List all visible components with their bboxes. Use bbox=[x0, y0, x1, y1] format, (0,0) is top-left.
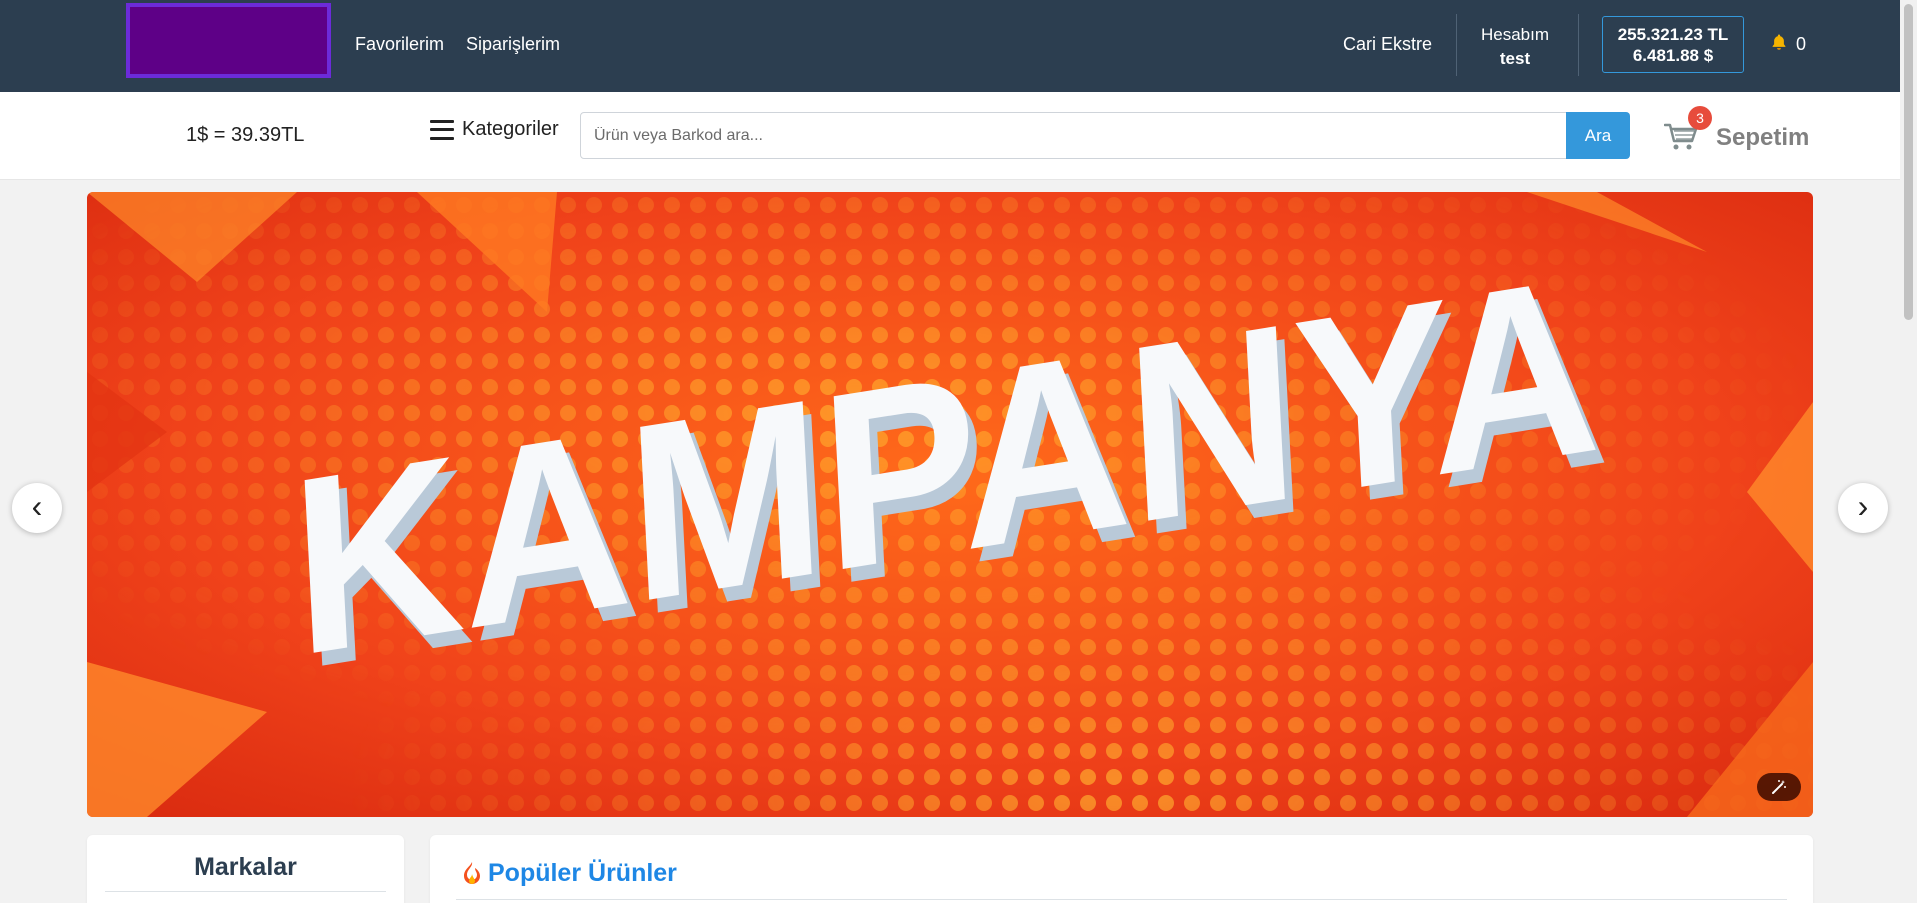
notifications-button[interactable]: 0 bbox=[1770, 33, 1806, 56]
popular-products-panel: Popüler Ürünler bbox=[430, 835, 1813, 903]
divider bbox=[456, 899, 1787, 900]
top-navbar: Favorilerim Siparişlerim Cari Ekstre Hes… bbox=[0, 0, 1900, 92]
favorites-link[interactable]: Favorilerim bbox=[355, 34, 444, 55]
orders-link[interactable]: Siparişlerim bbox=[466, 34, 560, 55]
search-bar-row: 1$ = 39.39TL Kategoriler Ara 3 Sepetim bbox=[0, 92, 1900, 180]
search-input[interactable] bbox=[580, 112, 1567, 159]
search-button[interactable]: Ara bbox=[1566, 112, 1630, 159]
site-logo[interactable] bbox=[126, 3, 331, 78]
balance-tl: 255.321.23 TL bbox=[1617, 25, 1729, 44]
magic-wand-icon[interactable] bbox=[1757, 773, 1801, 801]
notification-count: 0 bbox=[1796, 34, 1807, 54]
brands-title: Markalar bbox=[194, 853, 297, 881]
page-scrollbar[interactable] bbox=[1900, 0, 1917, 903]
divider bbox=[1456, 14, 1457, 76]
campaign-banner-image: KAMPANYA KAMPANYA bbox=[87, 192, 1813, 817]
account-username: test bbox=[1499, 49, 1531, 68]
fire-icon bbox=[464, 861, 480, 884]
balance-usd: 6.481.88 $ bbox=[1632, 46, 1714, 65]
account-label: Hesabım bbox=[1480, 25, 1550, 44]
divider bbox=[1578, 14, 1579, 76]
account-menu[interactable]: Hesabım test bbox=[1470, 23, 1560, 71]
balance-box[interactable]: 255.321.23 TL 6.481.88 $ bbox=[1602, 16, 1744, 73]
carousel-next-button[interactable]: › bbox=[1838, 483, 1888, 533]
exchange-rate: 1$ = 39.39TL bbox=[186, 124, 305, 146]
bell-icon bbox=[1770, 33, 1788, 56]
hamburger-icon bbox=[430, 119, 454, 140]
categories-label: Kategoriler bbox=[462, 118, 559, 140]
account-statement-link[interactable]: Cari Ekstre bbox=[1343, 34, 1432, 55]
categories-button[interactable]: Kategoriler bbox=[430, 118, 559, 141]
carousel-prev-button[interactable]: ‹ bbox=[12, 483, 62, 533]
campaign-banner[interactable]: KAMPANYA KAMPANYA bbox=[87, 192, 1813, 817]
cart-label: Sepetim bbox=[1716, 124, 1810, 151]
divider bbox=[105, 891, 386, 892]
scrollbar-thumb[interactable] bbox=[1904, 4, 1913, 320]
brands-panel: Markalar bbox=[87, 835, 404, 903]
popular-heading: Popüler Ürünler bbox=[460, 859, 677, 888]
cart-button[interactable]: 3 Sepetim bbox=[1664, 106, 1814, 166]
cart-count-badge: 3 bbox=[1688, 106, 1712, 130]
popular-title: Popüler Ürünler bbox=[488, 859, 677, 887]
